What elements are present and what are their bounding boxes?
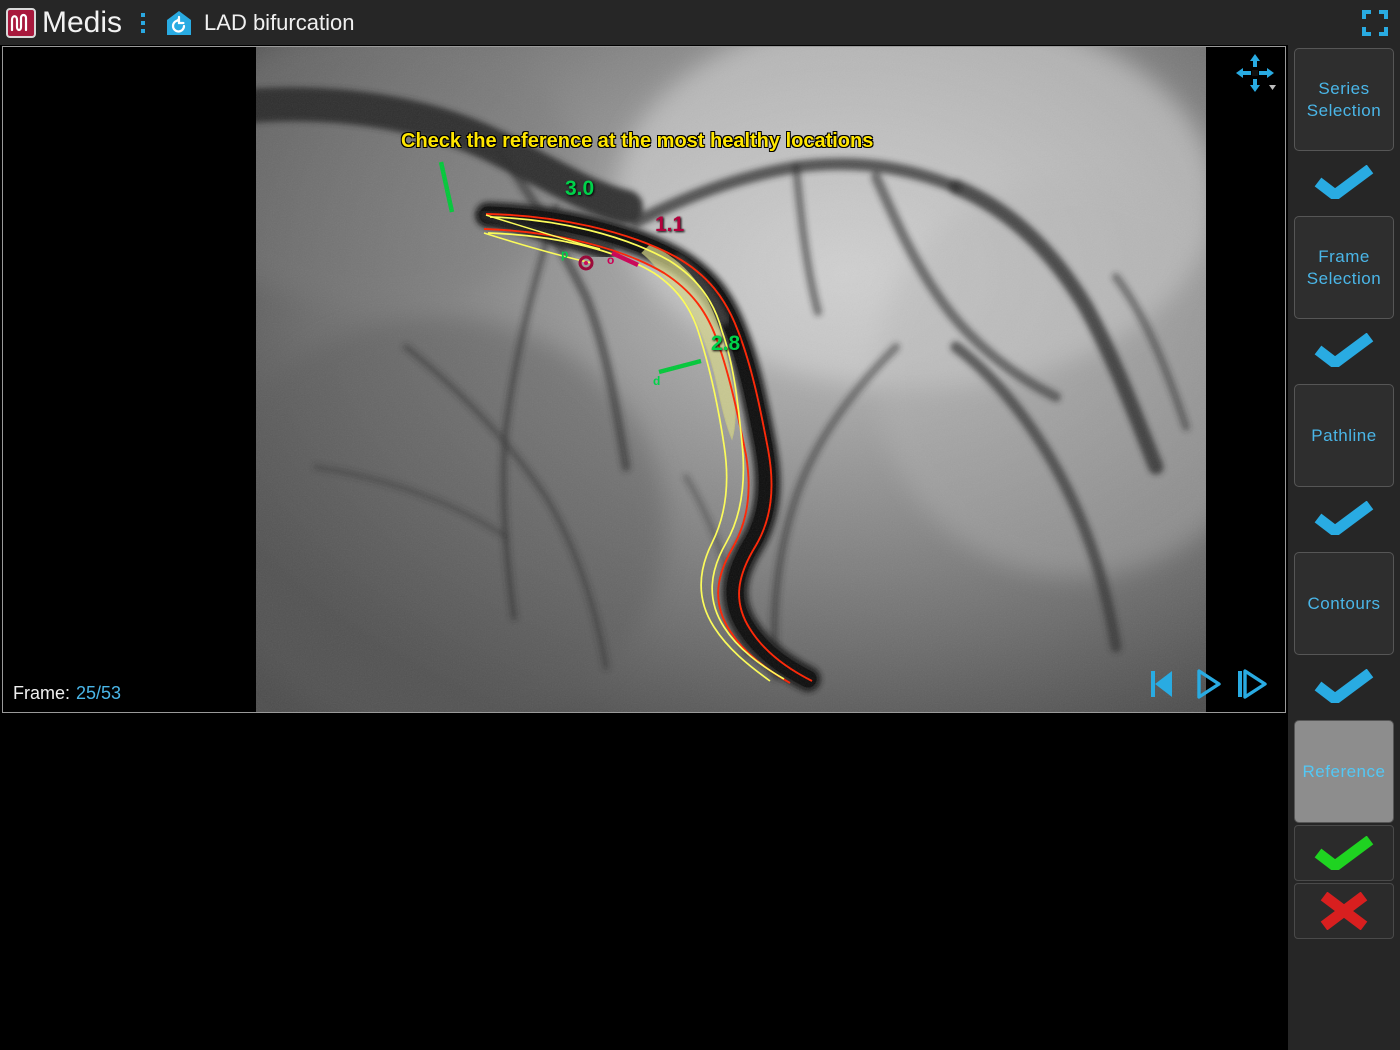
sidebar-label-pathline: Pathline	[1311, 425, 1377, 445]
frame-counter-label: Frame:	[13, 683, 71, 703]
workflow-sidebar: Series Selection Frame Selection Pathline …	[1288, 45, 1400, 1050]
sidebar-item-pathline[interactable]: Pathline	[1294, 384, 1394, 487]
medis-logo-icon	[6, 7, 36, 38]
green-check-icon	[1314, 836, 1374, 870]
blue-check-icon	[1314, 333, 1374, 367]
application-root: Medis LAD bifurcation Check the referenc…	[0, 0, 1400, 1050]
confirm-actions	[1294, 825, 1394, 939]
step-check-2	[1294, 319, 1394, 381]
analysis-panel: Reference: Auto Normals Fixed Prox 0.01.…	[0, 716, 1288, 1050]
marker-o-label: o	[607, 253, 615, 267]
marker-d-label: d	[653, 374, 661, 388]
sidebar-label-reference: Reference	[1302, 761, 1386, 781]
proximal-diameter-label: 3.0	[565, 177, 595, 200]
sidebar-item-reference[interactable]: Reference	[1294, 720, 1394, 823]
sidebar-label-series-selection: Series Selection	[1306, 78, 1382, 120]
next-frame-icon[interactable]	[1235, 667, 1269, 706]
angiogram-viewport[interactable]: Check the reference at the most healthy …	[2, 46, 1286, 713]
red-cross-icon	[1320, 892, 1368, 930]
sidebar-item-contours[interactable]: Contours	[1294, 552, 1394, 655]
home-reset-icon[interactable]	[164, 8, 194, 38]
page-title: LAD bifurcation	[204, 9, 355, 35]
marker-p-label: p	[561, 247, 569, 261]
playback-controls[interactable]	[1147, 667, 1269, 706]
blue-check-icon	[1314, 501, 1374, 535]
frame-counter: Frame: 25/53	[13, 683, 121, 704]
play-icon[interactable]	[1191, 667, 1225, 706]
previous-frame-icon[interactable]	[1147, 667, 1181, 706]
accept-button[interactable]	[1294, 825, 1394, 881]
cancel-button[interactable]	[1294, 883, 1394, 939]
blue-check-icon	[1314, 669, 1374, 703]
blue-check-icon	[1314, 165, 1374, 199]
mld-diameter-label: 1.1	[655, 213, 685, 236]
step-check-4	[1294, 655, 1394, 717]
instruction-overlay-text: Check the reference at the most healthy …	[401, 130, 874, 152]
sidebar-label-frame-selection: Frame Selection	[1306, 246, 1382, 288]
frame-counter-value: 25/53	[76, 683, 122, 703]
kebab-menu-icon[interactable]	[136, 8, 150, 38]
step-check-1	[1294, 151, 1394, 213]
brand-name: Medis	[42, 5, 123, 39]
sidebar-item-frame-selection[interactable]: Frame Selection	[1294, 216, 1394, 319]
sidebar-label-contours: Contours	[1307, 593, 1381, 613]
pan-move-icon[interactable]	[1233, 53, 1277, 95]
distal-diameter-label: 2.8	[711, 332, 741, 355]
maximize-icon[interactable]	[1356, 4, 1394, 42]
title-bar: Medis LAD bifurcation	[0, 0, 1400, 45]
step-check-3	[1294, 487, 1394, 549]
sidebar-item-series-selection[interactable]: Series Selection	[1294, 48, 1394, 151]
